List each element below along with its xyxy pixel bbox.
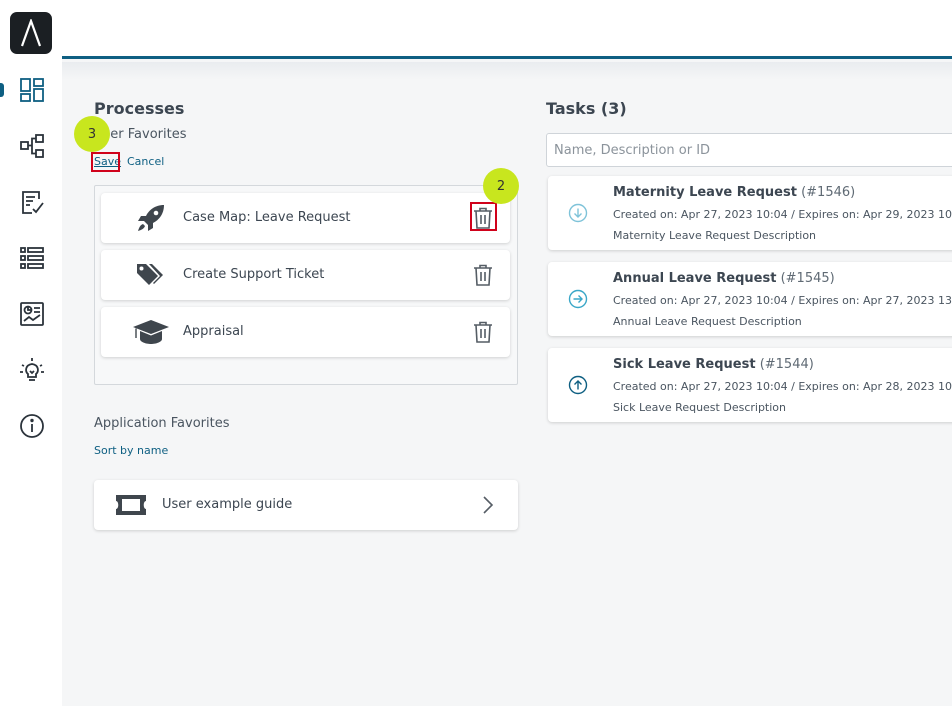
process-card-appraisal[interactable]: Appraisal (101, 307, 510, 357)
task-card[interactable]: Maternity Leave Request (#1546) Created … (548, 176, 952, 250)
arrow-down-circle-icon (568, 203, 588, 223)
application-favorites-label: Application Favorites (94, 416, 230, 431)
tags-icon (131, 259, 171, 291)
graduation-cap-icon (131, 316, 171, 348)
process-card-case-map[interactable]: Case Map: Leave Request (101, 193, 510, 243)
brand-logo-icon[interactable] (10, 12, 52, 54)
task-description: Sick Leave Request Description (613, 401, 786, 414)
process-card-support-ticket[interactable]: Create Support Ticket (101, 250, 510, 300)
dashboard-icon[interactable] (16, 74, 48, 106)
process-label: Create Support Ticket (183, 267, 325, 282)
trash-highlight (470, 202, 497, 231)
app-label: User example guide (162, 497, 293, 512)
task-title: Annual Leave Request (#1545) (613, 271, 835, 286)
arrow-right-circle-icon (568, 289, 588, 309)
rocket-icon (131, 202, 171, 234)
list-icon[interactable] (16, 242, 48, 274)
process-map-icon[interactable] (16, 130, 48, 162)
trash-icon[interactable] (470, 261, 496, 289)
step-marker-3: 3 (74, 116, 110, 152)
task-card[interactable]: Annual Leave Request (#1545) Created on:… (548, 262, 952, 336)
task-checklist-icon[interactable] (16, 186, 48, 218)
info-icon[interactable] (16, 410, 48, 442)
task-dates: Created on: Apr 27, 2023 10:04 / Expires… (613, 380, 952, 393)
process-label: Appraisal (183, 324, 244, 339)
task-dates: Created on: Apr 27, 2023 10:04 / Expires… (613, 294, 952, 307)
app-card-user-guide[interactable]: User example guide (94, 480, 518, 530)
trash-icon[interactable] (470, 318, 496, 346)
lightbulb-icon[interactable] (16, 354, 48, 386)
statistics-icon[interactable] (16, 298, 48, 330)
sidebar (0, 0, 62, 706)
ticket-icon (114, 493, 148, 517)
nav-active-marker (0, 83, 4, 97)
tasks-title: Tasks (3) (546, 99, 627, 118)
task-title: Maternity Leave Request (#1546) (613, 185, 856, 200)
task-dates: Created on: Apr 27, 2023 10:04 / Expires… (613, 208, 952, 221)
process-label: Case Map: Leave Request (183, 210, 351, 225)
task-description: Maternity Leave Request Description (613, 229, 817, 242)
step-marker-2: 2 (483, 168, 519, 204)
processes-title: Processes (94, 99, 185, 118)
task-search-input[interactable] (546, 133, 952, 167)
chevron-right-icon (482, 496, 494, 514)
task-card[interactable]: Sick Leave Request (#1544) Created on: A… (548, 348, 952, 422)
sort-by-name-link[interactable]: Sort by name (94, 444, 168, 457)
top-bar (62, 0, 952, 59)
cancel-link[interactable]: Cancel (127, 155, 164, 168)
save-highlight (91, 152, 120, 172)
task-description: Annual Leave Request Description (613, 315, 802, 328)
arrow-up-circle-icon (568, 375, 588, 395)
task-title: Sick Leave Request (#1544) (613, 357, 814, 372)
